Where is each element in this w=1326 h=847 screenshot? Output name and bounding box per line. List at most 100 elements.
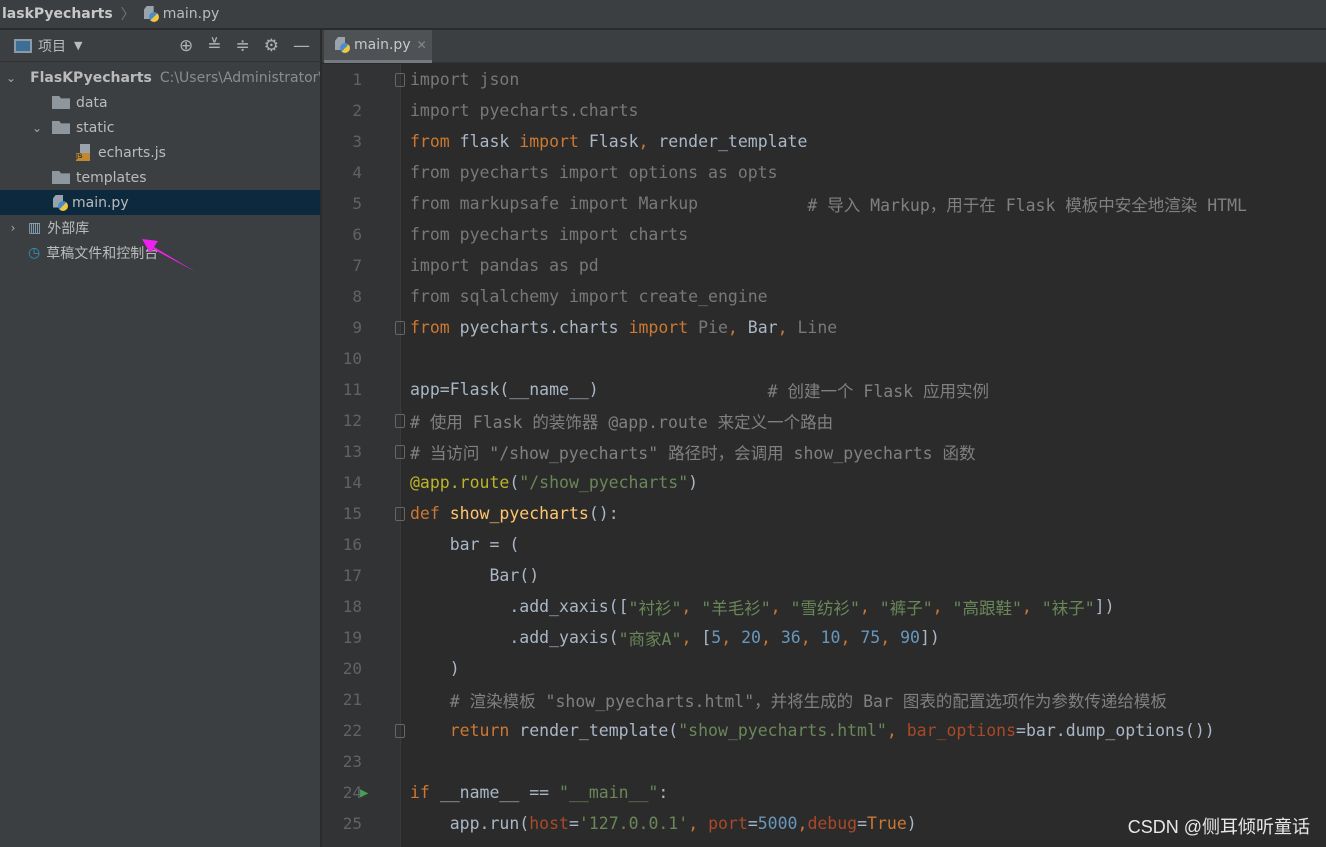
code-token: Line [797, 318, 838, 337]
code-token: Bar [747, 318, 778, 337]
editor-tabs: main.py ✕ [322, 30, 1326, 63]
breadcrumb-file[interactable]: main.py [163, 6, 220, 22]
line-number: 14 [342, 473, 362, 492]
code-token: # 创建一个 Flask 应用实例 [598, 381, 990, 401]
code-token: return [449, 721, 520, 740]
code-token: , [777, 318, 798, 337]
locate-icon[interactable]: ⊕ [179, 36, 193, 56]
chevron-icon[interactable]: ⌄ [6, 71, 16, 85]
fold-marker-icon[interactable] [395, 413, 405, 428]
tree-item[interactable]: ⌄ FlasKPyecharts C:\Users\Administrator\ [0, 65, 320, 90]
line-number: 15 [342, 504, 362, 523]
line-number: 17 [342, 566, 362, 585]
code-line: 12 # 使用 Flask 的装饰器 @app.route 来定义一个路由 [322, 405, 1326, 436]
code-token: from [410, 318, 460, 337]
code-token: bar_options [906, 721, 1017, 740]
code-line: 24 ▶ if __name__ == "__main__": [322, 777, 1326, 808]
code-token: [ [701, 628, 712, 647]
code-token: show_pyecharts [449, 504, 589, 523]
code-token: from pyecharts import options as opts [410, 163, 778, 182]
watermark: CSDN @侧耳倾听童话 [1127, 817, 1310, 837]
code-token: # 渲染模板 "show_pyecharts.html"，并将生成的 Bar 图… [410, 691, 1167, 711]
close-icon[interactable]: ✕ [417, 38, 427, 52]
code-line: 19 .add_yaxis("商家A", [5, 20, 36, 10, 75,… [322, 622, 1326, 653]
tree-item-label: echarts.js [98, 144, 166, 161]
tree-item[interactable]: main.py [0, 190, 320, 215]
code-token: render_template( [519, 721, 679, 740]
collapse-all-icon[interactable]: ≑ [236, 36, 250, 56]
code-token: "雪纺衫" [790, 598, 860, 618]
code-line: 10 [322, 343, 1326, 374]
code-token: "__main__" [559, 783, 659, 802]
code-token: bar = ( [410, 535, 520, 554]
fold-marker-icon[interactable] [395, 444, 405, 459]
line-number: 1 [352, 70, 362, 89]
code-token: '127.0.0.1' [578, 814, 689, 833]
library-icon: ▥ [28, 219, 42, 236]
python-file-icon [143, 6, 159, 22]
tab-main-py[interactable]: main.py ✕ [324, 30, 432, 63]
line-number: 20 [342, 659, 362, 678]
code-editor[interactable]: 1 import json 2 import pyecharts.charts 3 fro… [322, 64, 1326, 839]
code-token: , [681, 597, 702, 616]
code-token: # 导入 Markup，用于在 Flask 模板中安全地渲染 HTML [698, 195, 1247, 215]
fold-marker-icon[interactable] [395, 723, 405, 738]
project-view-title[interactable]: 项目 [38, 36, 66, 56]
code-token: "袜子" [1041, 598, 1095, 618]
line-number: 6 [352, 225, 362, 244]
line-number: 4 [352, 163, 362, 182]
code-token: port [708, 814, 748, 833]
python-file-icon [334, 37, 350, 53]
gear-icon[interactable]: ⚙ [264, 36, 279, 56]
line-number: 25 [342, 814, 362, 833]
code-token: Flask [588, 132, 639, 151]
line-number: 2 [352, 101, 362, 120]
code-token: , [638, 132, 659, 151]
code-token: , [859, 597, 880, 616]
tree-item-label: main.py [72, 194, 129, 211]
code-token: , [797, 814, 808, 833]
expand-all-icon[interactable]: ≚ [207, 36, 221, 56]
breadcrumb-project[interactable]: laskPyecharts [2, 6, 113, 22]
code-token: __name__ == [439, 783, 560, 802]
annotation-arrow [142, 239, 196, 272]
code-token: , [721, 628, 742, 647]
fold-marker-icon[interactable] [395, 320, 405, 335]
chevron-down-icon[interactable]: ▼ [74, 39, 82, 52]
code-token: render_template [658, 132, 808, 151]
minimize-icon[interactable]: — [293, 36, 310, 56]
run-icon[interactable]: ▶ [360, 785, 368, 801]
code-token: "商家A" [618, 629, 682, 649]
code-token: "/show_pyecharts" [519, 473, 689, 492]
tree-item-label: templates [76, 169, 147, 186]
code-token: "高跟鞋" [952, 598, 1022, 618]
code-token: , [880, 628, 901, 647]
code-token: from [410, 132, 460, 151]
tree-item[interactable]: echarts.js [0, 140, 320, 165]
code-token: from markupsafe import Markup [410, 194, 699, 213]
code-token: pyecharts.charts [459, 318, 629, 337]
tree-item[interactable]: data [0, 90, 320, 115]
code-line: 4 from pyecharts import options as opts [322, 157, 1326, 188]
js-file-icon [76, 144, 92, 161]
line-number: 10 [342, 349, 362, 368]
chevron-icon[interactable]: ⌄ [30, 121, 44, 135]
code-token: ]) [1094, 597, 1115, 616]
folder-icon [52, 171, 70, 184]
tree-item[interactable]: templates [0, 165, 320, 190]
fold-marker-icon[interactable] [395, 72, 405, 87]
code-token: , [840, 628, 861, 647]
code-token: # 当访问 "/show_pyecharts" 路径时，会调用 show_pye… [410, 443, 976, 463]
code-token: , [1021, 597, 1042, 616]
code-token: import pyecharts.charts [410, 101, 639, 120]
folder-icon [52, 121, 70, 134]
chevron-icon[interactable]: › [6, 221, 20, 235]
fold-marker-icon[interactable] [395, 506, 405, 521]
code-token: from pyecharts import charts [410, 225, 689, 244]
line-number: 24 [342, 783, 362, 802]
code-line: 23 [322, 746, 1326, 777]
tree-item[interactable]: ⌄ static [0, 115, 320, 140]
code-line: 15 def show_pyecharts (): [322, 498, 1326, 529]
tree-item-path: C:\Users\Administrator\ [159, 69, 320, 86]
code-line: 13 # 当访问 "/show_pyecharts" 路径时，会调用 show_p… [322, 436, 1326, 467]
